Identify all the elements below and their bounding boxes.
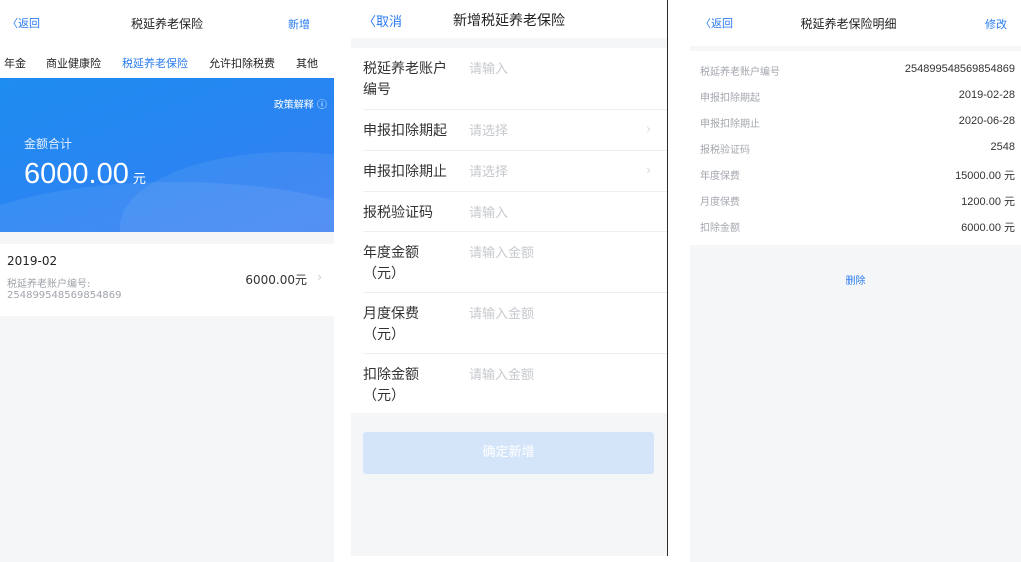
nav-bar: 〈返回 税延养老保险明细 修改 [690, 0, 1021, 46]
detail-value: 2019-02-28 [958, 89, 1015, 101]
detail-row: 申报扣除期止 2020-06-28 [700, 113, 1015, 133]
total-amount: 6000.00 元 [24, 158, 146, 191]
tax-deferred-insurance-list-screen: 〈返回 税延养老保险 新增 年金 商业健康险 税延养老保险 允许扣除税费 其他 … [0, 0, 334, 562]
tab-health-insurance[interactable]: 商业健康险 [46, 55, 101, 71]
field-label: 报税验证码 [363, 205, 433, 221]
policy-explanation-link[interactable]: 政策解释 ⓘ [274, 96, 327, 111]
monthly-premium-input[interactable]: 请输入金额 [469, 304, 534, 325]
field-monthly-premium[interactable]: 月度保费（元） 请输入金额 [363, 293, 667, 354]
page-title: 税延养老保险明细 [800, 17, 897, 31]
field-label: 月度保费（元） [363, 306, 419, 343]
detail-value: 2020-06-28 [958, 115, 1015, 127]
detail-key: 报税验证码 [700, 145, 750, 156]
total-amount-unit: 元 [132, 171, 146, 186]
total-amount-value: 6000.00 [24, 158, 129, 190]
delete-button[interactable]: 删除 [690, 272, 1021, 287]
category-tabs: 年金 商业健康险 税延养老保险 允许扣除税费 其他 [0, 46, 334, 78]
detail-key: 申报扣除期起 [700, 93, 760, 104]
detail-row: 扣除金额 6000.00 元 [700, 217, 1015, 237]
field-period-end[interactable]: 申报扣除期止 请选择 › [363, 151, 667, 192]
verification-code-input[interactable]: 请输入 [469, 203, 508, 224]
account-number-input[interactable]: 请输入 [469, 59, 508, 80]
detail-key: 年度保费 [700, 171, 740, 182]
detail-value: 6000.00 元 [961, 222, 1015, 234]
record-amount: 6000.00元 [245, 273, 307, 287]
chevron-right-icon: › [317, 270, 322, 284]
total-label: 金额合计 [24, 137, 73, 151]
detail-key: 月度保费 [700, 197, 740, 208]
tab-other[interactable]: 其他 [296, 55, 318, 71]
detail-value: 15000.00 元 [955, 170, 1015, 182]
confirm-add-button[interactable]: 确定新增 [363, 432, 654, 474]
tab-tax-deferred-pension[interactable]: 税延养老保险 [122, 55, 188, 71]
field-label: 申报扣除期止 [363, 164, 447, 180]
edit-button[interactable]: 修改 [985, 16, 1007, 32]
detail-row: 年度保费 15000.00 元 [700, 165, 1015, 185]
field-label: 申报扣除期起 [363, 123, 447, 139]
detail-row: 报税验证码 2548 [700, 139, 1015, 159]
detail-key: 税延养老账户编号 [700, 67, 780, 78]
add-button[interactable]: 新增 [288, 16, 310, 32]
record-account-label: 税延养老账户编号: [7, 279, 91, 290]
field-label: 扣除金额（元） [363, 367, 419, 404]
deduction-amount-input[interactable]: 请输入金额 [469, 365, 534, 386]
detail-row: 税延养老账户编号 254899548569854869 [700, 61, 1015, 81]
detail-key: 申报扣除期止 [700, 119, 760, 130]
period-start-select[interactable]: 请选择 [469, 121, 508, 142]
record-account-value: 254899548569854869 [7, 290, 122, 301]
chevron-right-icon: › [646, 122, 651, 136]
detail-row: 月度保费 1200.00 元 [700, 191, 1015, 211]
field-account-number[interactable]: 税延养老账户编号 请输入 [363, 48, 667, 110]
chevron-right-icon: › [646, 163, 651, 177]
page-title: 税延养老保险 [130, 17, 203, 31]
nav-bar: 〈取消 新增税延养老保险 [351, 0, 667, 38]
field-verification-code[interactable]: 报税验证码 请输入 [363, 192, 667, 232]
insurance-detail-screen: 〈返回 税延养老保险明细 修改 税延养老账户编号 254899548569854… [690, 0, 1021, 562]
detail-list: 税延养老账户编号 254899548569854869 申报扣除期起 2019-… [690, 51, 1021, 245]
insurance-form: 税延养老账户编号 请输入 申报扣除期起 请选择 › 申报扣除期止 请选择 › 报… [351, 48, 667, 413]
detail-value: 1200.00 元 [961, 196, 1015, 208]
field-deduction-amount[interactable]: 扣除金额（元） 请输入金额 [363, 354, 667, 413]
add-insurance-form-screen: 〈取消 新增税延养老保险 税延养老账户编号 请输入 申报扣除期起 请选择 › 申… [351, 0, 668, 556]
nav-bar: 〈返回 税延养老保险 新增 [0, 0, 334, 46]
detail-value: 254899548569854869 [904, 63, 1015, 75]
summary-banner: 政策解释 ⓘ 金额合计 6000.00 元 [0, 78, 334, 232]
insurance-record-item[interactable]: 2019-02 税延养老账户编号: 254899548569854869 600… [0, 244, 334, 316]
tab-annuity[interactable]: 年金 [4, 55, 26, 71]
record-date: 2019-02 [7, 254, 58, 268]
field-annual-amount[interactable]: 年度金额（元） 请输入金额 [363, 232, 667, 293]
period-end-select[interactable]: 请选择 [469, 162, 508, 183]
detail-row: 申报扣除期起 2019-02-28 [700, 87, 1015, 107]
annual-amount-input[interactable]: 请输入金额 [469, 243, 534, 264]
detail-value: 2548 [990, 141, 1015, 153]
banner-wave-decoration [120, 152, 334, 232]
field-label: 税延养老账户编号 [363, 61, 447, 98]
field-label: 年度金额（元） [363, 245, 419, 282]
field-period-start[interactable]: 申报扣除期起 请选择 › [363, 110, 667, 151]
detail-key: 扣除金额 [700, 223, 740, 234]
page-title: 新增税延养老保险 [453, 13, 565, 29]
tab-deductible-taxes[interactable]: 允许扣除税费 [209, 55, 275, 71]
